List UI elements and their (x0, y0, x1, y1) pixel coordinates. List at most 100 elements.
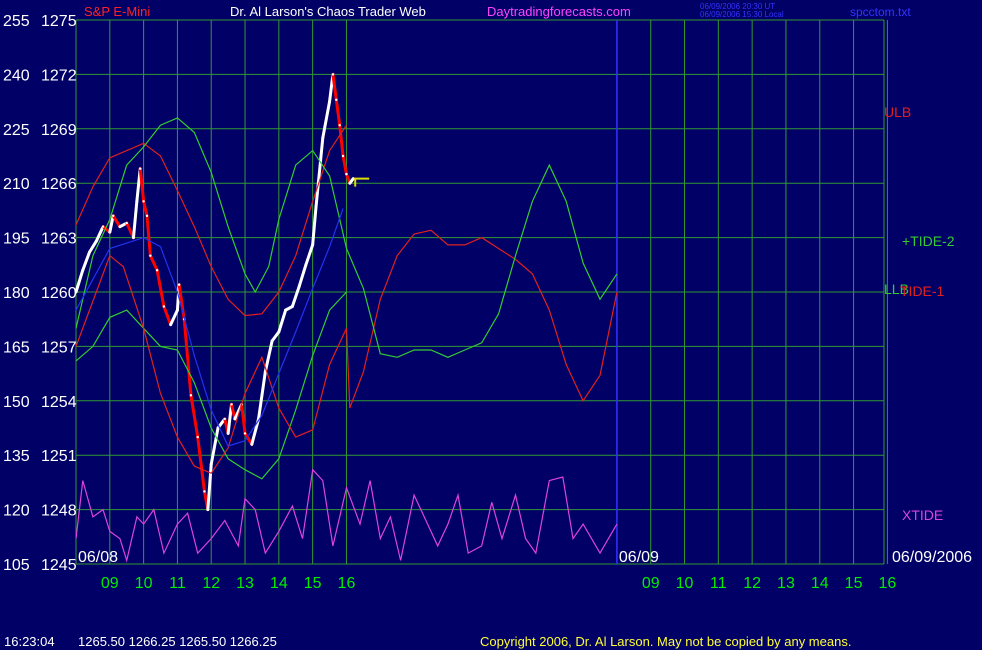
price-point (321, 136, 324, 140)
y-tick-left: 165 (3, 339, 30, 356)
price-point (291, 305, 294, 308)
y-tick-left: 150 (3, 394, 30, 411)
price-point (145, 214, 149, 218)
y-tick-left: 225 (3, 122, 30, 139)
price-point (226, 432, 230, 435)
y-tick-left: 105 (3, 557, 30, 574)
y-tick-price: 1263 (41, 231, 77, 248)
series-label-xtide: XTIDE (902, 507, 943, 523)
price-point (118, 225, 122, 228)
price-point (162, 305, 166, 308)
price-point (149, 254, 152, 257)
price-point (155, 269, 159, 272)
price-point (210, 463, 213, 466)
y-tick-price: 1257 (41, 339, 77, 356)
price-point (328, 100, 331, 103)
price-point (95, 240, 98, 243)
y-tick-price: 1245 (41, 557, 77, 574)
price-point (101, 225, 105, 228)
y-tick-price: 1248 (41, 503, 77, 520)
series-label-tide-2: +TIDE-2 (902, 233, 955, 249)
y-tick-price: 1254 (41, 394, 77, 411)
x-tick-label: 13 (236, 575, 254, 592)
x-tick-label: 14 (270, 575, 288, 592)
data-filename: spcctom.txt (850, 5, 911, 19)
site-link[interactable]: Daytradingforecasts.com (487, 4, 631, 19)
y-tick-left: 135 (3, 448, 30, 465)
price-point (206, 508, 210, 511)
price-point (277, 330, 281, 334)
price-point (196, 435, 199, 439)
x-tick-label: 15 (845, 575, 863, 592)
price-point (203, 490, 206, 493)
x-tick-label: 09 (642, 575, 660, 592)
series-label-ulb: ULB (884, 104, 911, 120)
price-point (304, 263, 308, 266)
price-point (189, 394, 193, 397)
price-point (348, 182, 352, 185)
price-point (111, 214, 115, 218)
y-tick-left: 120 (3, 503, 30, 520)
chaos-chart: 255 1275 240 1272 225 1269 210 1266 195 1263 180 12… (0, 0, 982, 650)
x-tick-label: 14 (811, 575, 829, 592)
x-tick-label: 13 (777, 575, 795, 592)
price-point (81, 269, 84, 272)
y-tick-left: 255 (3, 13, 30, 30)
price-point (243, 432, 247, 435)
x-tick-label: 09 (101, 575, 119, 592)
price-point (335, 98, 338, 101)
price-point (297, 285, 301, 288)
x-tick-label: 10 (135, 575, 153, 592)
price-point (284, 308, 287, 312)
price-point (132, 236, 135, 239)
x-tick-label: 11 (710, 575, 727, 592)
y-tick-left: 240 (3, 67, 30, 84)
day-label: 06/09 (619, 549, 659, 566)
price-point (250, 443, 253, 446)
price-point (142, 200, 145, 203)
x-tick-label: 15 (304, 575, 322, 592)
y-tick-price: 1275 (41, 13, 77, 30)
x-tick-label: 16 (338, 575, 356, 592)
y-tick-left: 195 (3, 231, 30, 248)
instrument-label: S&P E-Mini (84, 4, 150, 19)
chart-background (0, 0, 982, 650)
series-label-tide-1: TIDE-1 (900, 283, 945, 299)
price-point (88, 250, 91, 254)
price-point (314, 205, 318, 208)
y-tick-price: 1269 (41, 122, 77, 139)
price-point (230, 403, 233, 406)
price-point (176, 308, 179, 312)
x-tick-label: 12 (202, 575, 220, 592)
price-point (270, 339, 274, 343)
x-tick-label: 11 (169, 575, 186, 592)
price-point (233, 417, 237, 421)
price-point (177, 283, 181, 286)
price-point (135, 200, 139, 203)
footer-ohlc: 1265.50 1266.25 1265.50 1266.25 (78, 634, 277, 649)
price-point (139, 167, 142, 170)
price-point (223, 417, 226, 421)
y-tick-left: 180 (3, 285, 30, 302)
price-point (341, 154, 345, 158)
footer-time: 16:23:04 (4, 634, 55, 649)
y-tick-price: 1251 (41, 448, 77, 465)
x-tick-label: 12 (743, 575, 761, 592)
y-tick-price: 1260 (41, 285, 77, 302)
x-tick-label: 10 (676, 575, 694, 592)
price-point (338, 123, 341, 127)
x-tick-label: 16 (878, 575, 896, 592)
timestamp-local: 06/09/2006 15:30 Local (700, 10, 784, 19)
day-label: 06/08 (78, 549, 118, 566)
chart-title: Dr. Al Larson's Chaos Trader Web (230, 4, 426, 19)
y-tick-price: 1272 (41, 67, 77, 84)
y-tick-price: 1266 (41, 176, 77, 193)
price-point (169, 323, 172, 326)
price-point (331, 73, 335, 76)
price-point (125, 221, 128, 225)
price-point (345, 172, 348, 176)
footer-copyright: Copyright 2006, Dr. Al Larson. May not b… (480, 634, 851, 649)
price-point (311, 243, 314, 247)
day-label: 06/09/2006 (892, 549, 972, 566)
price-point (108, 230, 112, 234)
